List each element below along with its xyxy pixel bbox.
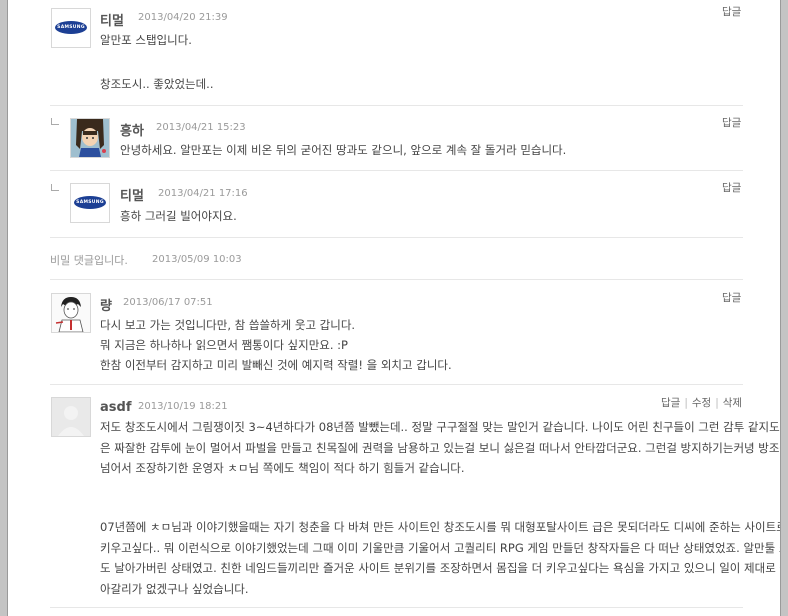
- comment-divider: [50, 170, 743, 171]
- edit-button[interactable]: 수정: [692, 397, 711, 409]
- comment-author[interactable]: asdf: [100, 400, 131, 415]
- comment-date: 2013/04/21 15:23: [156, 122, 246, 133]
- comment-text: 흥하 그러길 빌어야지요.: [120, 209, 237, 223]
- action-separator: |: [715, 397, 719, 409]
- comment-text-line: 뭐 지금은 하나하나 읽으면서 쨈통이다 싶지만요. :P: [100, 338, 348, 352]
- comment-divider: [50, 607, 743, 608]
- avatar[interactable]: [51, 397, 91, 437]
- avatar[interactable]: SAMSUNG: [51, 8, 91, 48]
- comment-author[interactable]: 량: [100, 295, 112, 314]
- comment-date: 2013/05/09 10:03: [152, 254, 242, 265]
- comment-actions: 답글 | 수정 | 삭제: [661, 395, 742, 410]
- comment-author[interactable]: 흥하: [120, 120, 144, 139]
- samsung-logo-icon: SAMSUNG: [74, 196, 106, 209]
- reply-button[interactable]: 답글: [722, 115, 741, 130]
- comment-author[interactable]: 티멀: [120, 185, 144, 204]
- reply-arrow-icon: [51, 184, 59, 191]
- comment-text-line: 알만포 스탭입니다.: [100, 33, 192, 47]
- comment-paragraph: 07년쯤에 ㅊㅁ님과 이야기했을때는 자기 청춘을 다 바쳐 만든 사이트인 창…: [100, 520, 780, 596]
- comment-date: 2013/10/19 18:21: [138, 401, 228, 412]
- comment-date: 2013/04/21 17:16: [158, 188, 248, 199]
- comment-divider: [50, 279, 743, 280]
- secret-comment-label: 비밀 댓글입니다.: [50, 254, 128, 267]
- delete-button[interactable]: 삭제: [723, 397, 742, 409]
- sketch-character-avatar-icon: [52, 294, 90, 332]
- samsung-logo-icon: SAMSUNG: [55, 21, 87, 34]
- anime-character-avatar-icon: [71, 119, 109, 157]
- comment-text-line: 창조도시.. 좋았었는데..: [100, 77, 214, 91]
- window-edge-right: [780, 0, 781, 616]
- comment-date: 2013/06/17 07:51: [123, 297, 213, 308]
- reply-button[interactable]: 답글: [722, 290, 741, 305]
- reply-arrow-icon: [51, 118, 59, 125]
- comment-text-line: 한참 이전부터 감지하고 미리 발빼신 것에 예지력 작렬! 을 외치고 갑니다…: [100, 358, 452, 372]
- reply-button[interactable]: 답글: [661, 397, 680, 409]
- avatar[interactable]: [70, 118, 110, 158]
- action-separator: |: [684, 397, 688, 409]
- comment-divider: [50, 237, 743, 238]
- avatar[interactable]: SAMSUNG: [70, 183, 110, 223]
- comment-text: 안녕하세요. 알만포는 이제 비온 뒤의 굳어진 땅과도 같으니, 앞으로 계속…: [120, 143, 567, 157]
- comment-divider: [50, 384, 743, 385]
- avatar[interactable]: [51, 293, 91, 333]
- comment-text-line: 다시 보고 가는 것입니다만, 참 씁쓸하게 웃고 갑니다.: [100, 318, 356, 332]
- comment-section: SAMSUNG 티멀 2013/04/20 21:39 답글 알만포 스탭입니다…: [8, 0, 780, 616]
- reply-button[interactable]: 답글: [722, 4, 741, 19]
- comment-paragraph: 저도 창조도시에서 그림쟁이짓 3~4년하다가 08년쯤 발뺐는데.. 정말 구…: [100, 420, 780, 475]
- comment-date: 2013/04/20 21:39: [138, 12, 228, 23]
- comment-author[interactable]: 티멀: [100, 10, 124, 29]
- default-user-icon: [52, 398, 90, 436]
- reply-button[interactable]: 답글: [722, 180, 741, 195]
- comment-divider: [50, 105, 743, 106]
